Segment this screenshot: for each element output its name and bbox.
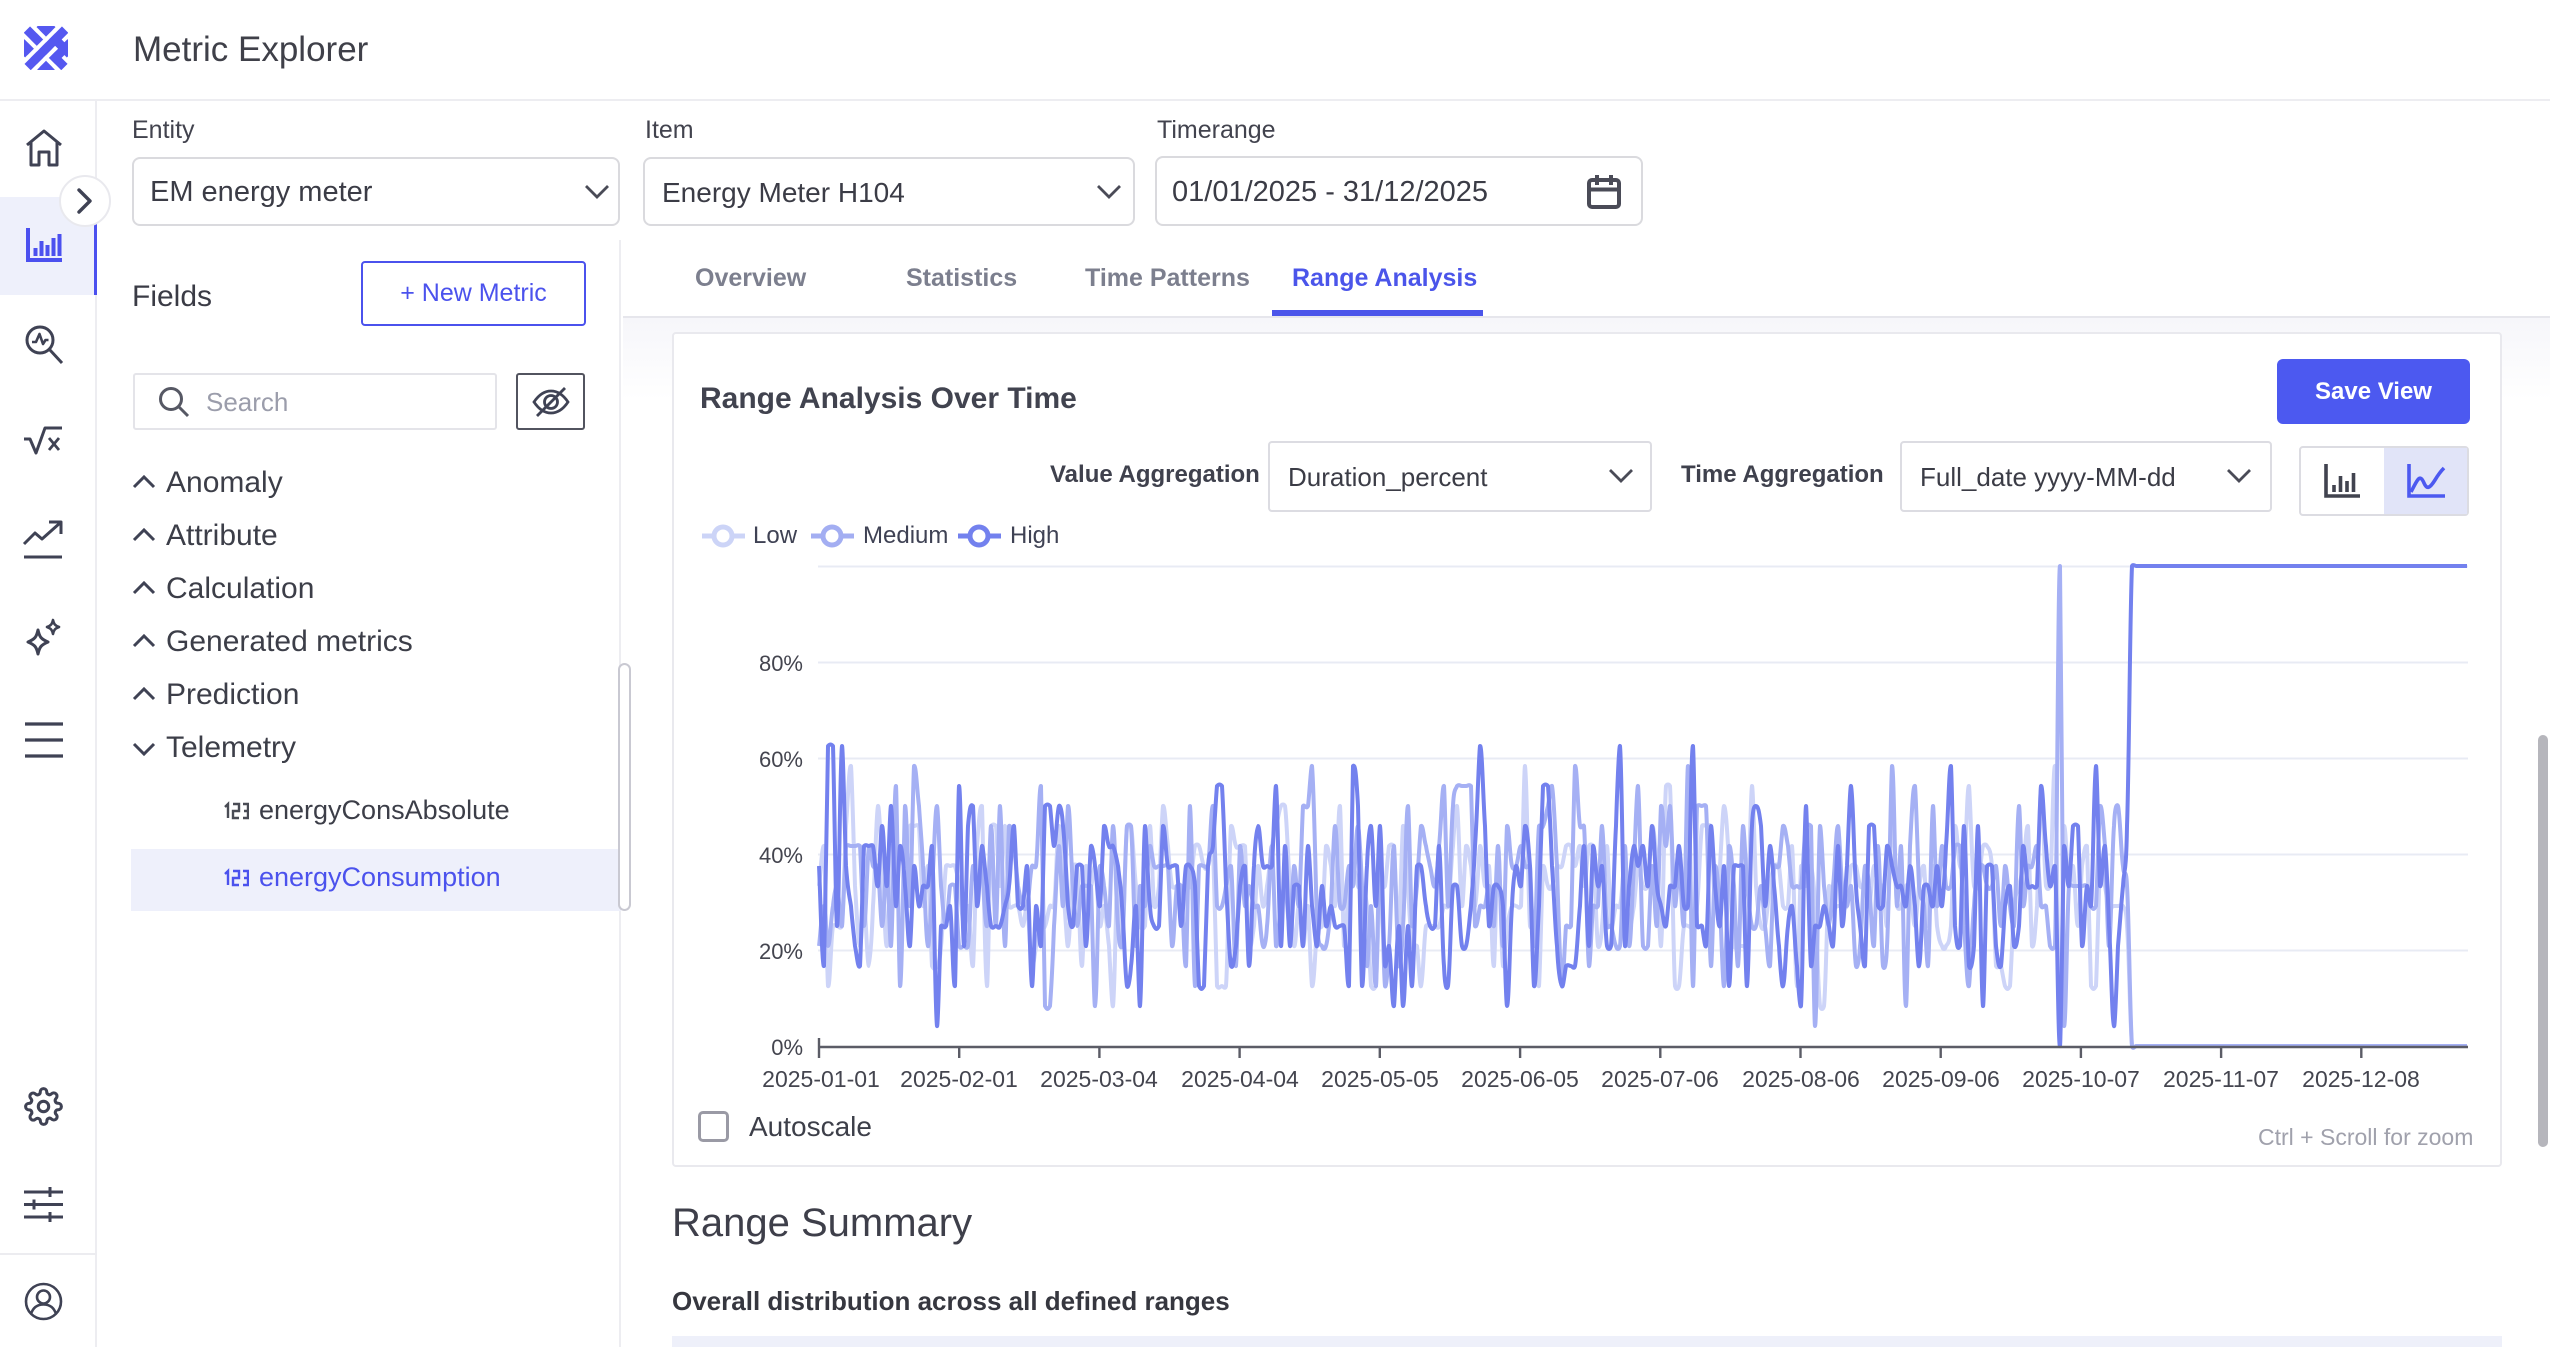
svg-text:2025-02-01: 2025-02-01 bbox=[900, 1066, 1018, 1092]
svg-text:2025-09-06: 2025-09-06 bbox=[1882, 1066, 2000, 1092]
svg-text:2025-01-01: 2025-01-01 bbox=[762, 1066, 880, 1092]
svg-text:2025-12-08: 2025-12-08 bbox=[2302, 1066, 2420, 1092]
svg-text:2025-04-04: 2025-04-04 bbox=[1181, 1066, 1299, 1092]
svg-text:20%: 20% bbox=[759, 939, 803, 964]
svg-text:2025-07-06: 2025-07-06 bbox=[1601, 1066, 1719, 1092]
svg-text:40%: 40% bbox=[759, 843, 803, 868]
svg-text:2025-11-07: 2025-11-07 bbox=[2163, 1066, 2279, 1092]
svg-text:2025-06-05: 2025-06-05 bbox=[1461, 1066, 1579, 1092]
svg-text:0%: 0% bbox=[771, 1035, 803, 1060]
svg-text:2025-10-07: 2025-10-07 bbox=[2022, 1066, 2140, 1092]
svg-text:2025-08-06: 2025-08-06 bbox=[1742, 1066, 1860, 1092]
svg-text:2025-03-04: 2025-03-04 bbox=[1040, 1066, 1158, 1092]
svg-text:80%: 80% bbox=[759, 651, 803, 676]
svg-text:60%: 60% bbox=[759, 747, 803, 772]
svg-text:2025-05-05: 2025-05-05 bbox=[1321, 1066, 1439, 1092]
